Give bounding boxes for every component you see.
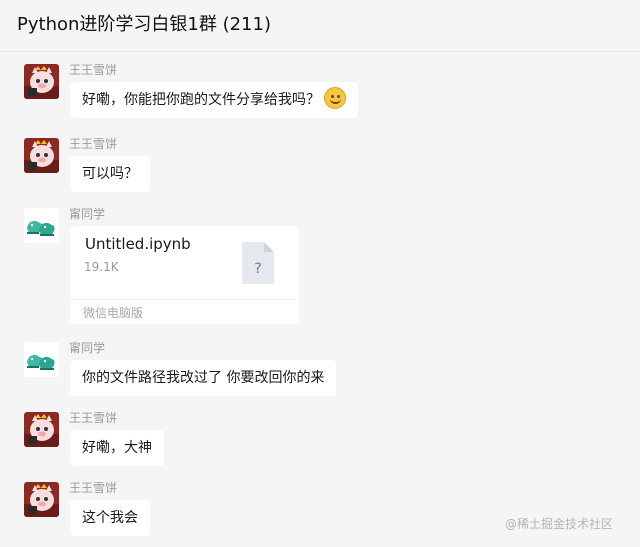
file-name: Untitled.ipynb bbox=[85, 235, 191, 253]
smile-emoji-icon bbox=[324, 87, 346, 109]
green-shoes-avatar-icon bbox=[24, 208, 59, 243]
avatar[interactable] bbox=[24, 412, 59, 447]
message-bubble[interactable]: 你的文件路径我改过了 你要改回你的来 bbox=[70, 360, 337, 396]
watermark: @稀土掘金技术社区 bbox=[505, 517, 614, 531]
message-text: 好嘞，你能把你跑的文件分享给我吗？ bbox=[82, 92, 320, 108]
sender-name: 甯同学 bbox=[69, 207, 106, 221]
sender-name: 王王雪饼 bbox=[69, 411, 118, 425]
message-bubble[interactable]: 可以吗？ bbox=[70, 156, 150, 192]
message-text: 这个我会 bbox=[82, 510, 138, 526]
unknown-file-icon: ? bbox=[242, 242, 274, 284]
message-text: 你的文件路径我改过了 你要改回你的来 bbox=[82, 370, 325, 386]
message-bubble[interactable]: 这个我会 bbox=[70, 500, 150, 536]
avatar[interactable] bbox=[24, 64, 59, 99]
chat-header: Python进阶学习白银1群 (211) bbox=[0, 0, 640, 52]
file-source: 微信电脑版 bbox=[83, 306, 144, 320]
file-icon-glyph: ? bbox=[254, 261, 261, 277]
green-shoes-avatar-icon bbox=[24, 342, 59, 377]
divider bbox=[70, 299, 299, 300]
sender-name: 王王雪饼 bbox=[69, 481, 118, 495]
avatar[interactable] bbox=[24, 342, 59, 377]
file-size: 19.1K bbox=[84, 260, 119, 274]
sender-name: 王王雪饼 bbox=[69, 137, 118, 151]
file-card[interactable]: Untitled.ipynb 19.1K ? 微信电脑版 bbox=[70, 226, 299, 324]
avatar[interactable] bbox=[24, 138, 59, 173]
cartoon-pig-avatar-icon bbox=[24, 138, 59, 173]
message-text: 好嘞，大神 bbox=[82, 440, 152, 456]
sender-name: 甯同学 bbox=[69, 341, 106, 355]
message-bubble[interactable]: 好嘞，你能把你跑的文件分享给我吗？ bbox=[70, 82, 358, 118]
avatar[interactable] bbox=[24, 482, 59, 517]
sender-name: 王王雪饼 bbox=[69, 63, 118, 77]
cartoon-pig-avatar-icon bbox=[24, 412, 59, 447]
message-text: 可以吗？ bbox=[82, 166, 138, 182]
message-bubble[interactable]: 好嘞，大神 bbox=[70, 430, 164, 466]
cartoon-pig-avatar-icon bbox=[24, 64, 59, 99]
avatar[interactable] bbox=[24, 208, 59, 243]
chat-title: Python进阶学习白银1群 (211) bbox=[17, 14, 271, 35]
cartoon-pig-avatar-icon bbox=[24, 482, 59, 517]
